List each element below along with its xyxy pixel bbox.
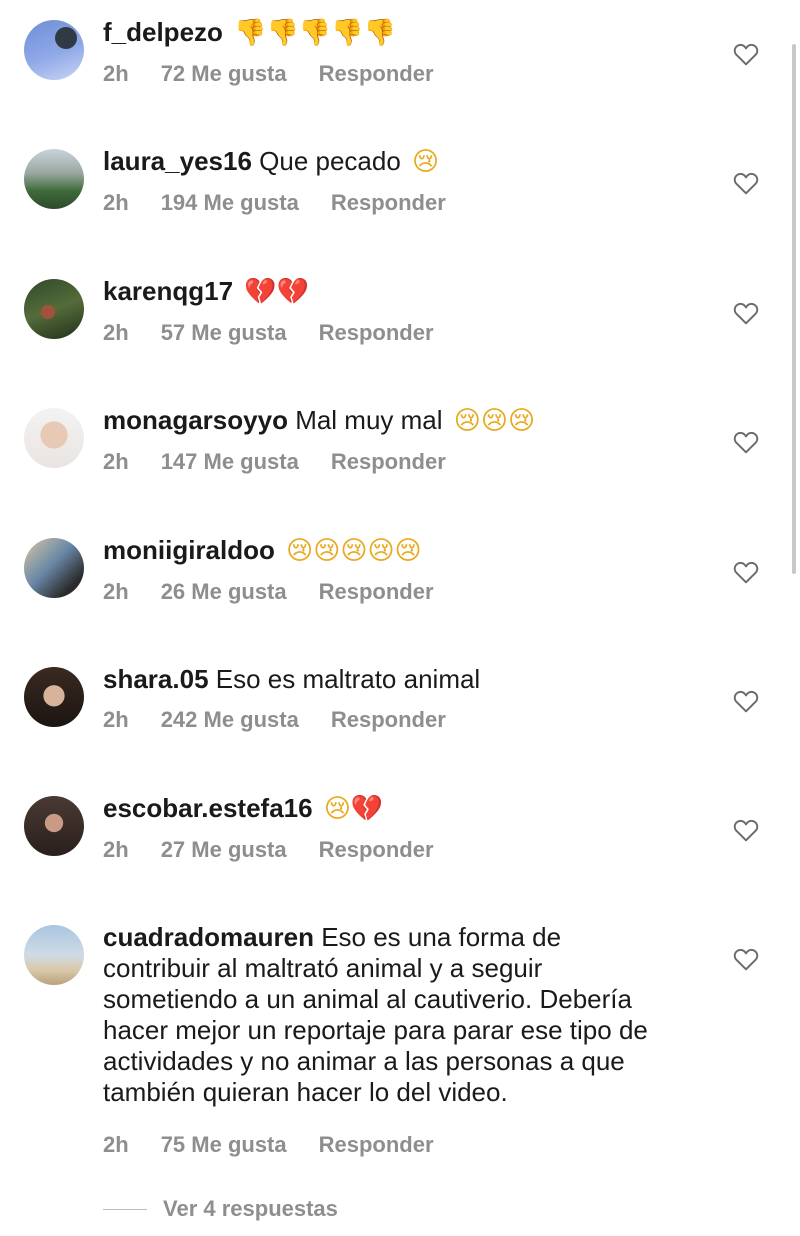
- emoji: 😢: [412, 147, 440, 177]
- username[interactable]: shara.05: [103, 664, 209, 694]
- username[interactable]: moniigiraldoo: [103, 535, 275, 565]
- heart-outline-icon[interactable]: [733, 947, 759, 971]
- emoji: 😢😢😢😢😢: [286, 536, 422, 566]
- avatar[interactable]: [24, 408, 84, 468]
- emoji: 👎👎👎👎👎: [234, 18, 397, 48]
- reply-button[interactable]: Responder: [319, 320, 434, 346]
- divider: [103, 1208, 147, 1210]
- reply-button[interactable]: Responder: [319, 61, 434, 87]
- heart-outline-icon[interactable]: [733, 818, 759, 842]
- comment-body: Mal muy mal: [295, 405, 443, 435]
- heart-outline-icon[interactable]: [733, 301, 759, 325]
- reply-button[interactable]: Responder: [319, 1132, 434, 1158]
- avatar[interactable]: [24, 925, 84, 985]
- comment-meta: 2h 27 Me gusta Responder: [103, 837, 703, 863]
- avatar[interactable]: [24, 279, 84, 339]
- heart-outline-icon[interactable]: [733, 430, 759, 454]
- timestamp: 2h: [103, 61, 129, 86]
- view-replies-label: Ver 4 respuestas: [163, 1196, 338, 1221]
- comment-content: shara.05 Eso es maltrato animal 2h 242 M…: [103, 664, 703, 733]
- heart-outline-icon[interactable]: [733, 171, 759, 195]
- reply-button[interactable]: Responder: [331, 707, 446, 733]
- comment-text: monagarsoyyo Mal muy mal 😢😢😢: [103, 405, 703, 437]
- heart-outline-icon[interactable]: [733, 689, 759, 713]
- like-count[interactable]: 26 Me gusta: [161, 579, 287, 605]
- comment-meta: 2h 57 Me gusta Responder: [103, 320, 703, 346]
- comment-text: cuadradomauren Eso es una forma de: [103, 922, 703, 953]
- comment-content: karenqg17 💔💔 2h 57 Me gusta Responder: [103, 276, 703, 346]
- comment-meta: 2h 147 Me gusta Responder: [103, 449, 703, 475]
- comment-text: karenqg17 💔💔: [103, 276, 703, 308]
- username[interactable]: cuadradomauren: [103, 922, 314, 952]
- comment-body-line: sometiendo a un animal al cautiverio. De…: [103, 984, 632, 1014]
- reply-button[interactable]: Responder: [319, 837, 434, 863]
- timestamp: 2h: [103, 449, 129, 474]
- timestamp: 2h: [103, 190, 129, 215]
- comment-body-line: Eso es una forma de: [321, 922, 562, 952]
- comments-list: f_delpezo 👎👎👎👎👎 2h 72 Me gusta Responder…: [0, 0, 800, 1236]
- username[interactable]: laura_yes16: [103, 146, 252, 176]
- username[interactable]: f_delpezo: [103, 17, 223, 47]
- comment-body-line: actividades y no animar a las personas a…: [103, 1046, 625, 1076]
- comment-content: moniigiraldoo 😢😢😢😢😢 2h 26 Me gusta Respo…: [103, 535, 703, 605]
- like-count[interactable]: 72 Me gusta: [161, 61, 287, 87]
- comment-meta: 2h 26 Me gusta Responder: [103, 579, 703, 605]
- timestamp: 2h: [103, 837, 129, 862]
- emoji: 😢💔: [323, 794, 384, 824]
- username[interactable]: monagarsoyyo: [103, 405, 288, 435]
- username[interactable]: karenqg17: [103, 276, 233, 306]
- emoji: 😢😢😢: [453, 406, 536, 436]
- like-count[interactable]: 242 Me gusta: [161, 707, 299, 733]
- like-count[interactable]: 147 Me gusta: [161, 449, 299, 475]
- avatar[interactable]: [24, 796, 84, 856]
- emoji: 💔💔: [244, 277, 310, 307]
- reply-button[interactable]: Responder: [331, 190, 446, 216]
- timestamp: 2h: [103, 579, 129, 604]
- comment-content: escobar.estefa16 😢💔 2h 27 Me gusta Respo…: [103, 793, 703, 863]
- avatar[interactable]: [24, 538, 84, 598]
- timestamp: 2h: [103, 707, 129, 732]
- comment-meta: 2h 72 Me gusta Responder: [103, 61, 703, 87]
- scrollbar[interactable]: [792, 44, 796, 574]
- avatar[interactable]: [24, 149, 84, 209]
- comment-meta: 2h 242 Me gusta Responder: [103, 707, 703, 733]
- reply-button[interactable]: Responder: [331, 449, 446, 475]
- comment-text: laura_yes16 Que pecado 😢: [103, 146, 703, 178]
- heart-outline-icon[interactable]: [733, 42, 759, 66]
- comment-text: escobar.estefa16 😢💔: [103, 793, 703, 825]
- comment-body-line: contribuir al maltrató animal y a seguir: [103, 953, 543, 983]
- comment-body: Que pecado: [259, 146, 401, 176]
- avatar[interactable]: [24, 667, 84, 727]
- comment-text: moniigiraldoo 😢😢😢😢😢: [103, 535, 703, 567]
- timestamp: 2h: [103, 320, 129, 345]
- like-count[interactable]: 27 Me gusta: [161, 837, 287, 863]
- comment-text: f_delpezo 👎👎👎👎👎: [103, 17, 703, 49]
- avatar[interactable]: [24, 20, 84, 80]
- comment-content: monagarsoyyo Mal muy mal 😢😢😢 2h 147 Me g…: [103, 405, 703, 475]
- like-count[interactable]: 75 Me gusta: [161, 1132, 287, 1158]
- comment-body-line: hacer mejor un reportaje para parar ese …: [103, 1015, 648, 1045]
- comment-content: f_delpezo 👎👎👎👎👎 2h 72 Me gusta Responder: [103, 17, 703, 87]
- heart-outline-icon[interactable]: [733, 560, 759, 584]
- comment-meta: 2h 194 Me gusta Responder: [103, 190, 703, 216]
- comment-content: cuadradomauren Eso es una forma de contr…: [103, 922, 703, 1158]
- comment-body: Eso es maltrato animal: [215, 664, 481, 694]
- reply-button[interactable]: Responder: [319, 579, 434, 605]
- like-count[interactable]: 194 Me gusta: [161, 190, 299, 216]
- like-count[interactable]: 57 Me gusta: [161, 320, 287, 346]
- comment-body-line: también quieran hacer lo del video.: [103, 1077, 508, 1107]
- view-replies-button[interactable]: Ver 4 respuestas: [103, 1196, 338, 1222]
- timestamp: 2h: [103, 1132, 129, 1157]
- comment-content: laura_yes16 Que pecado 😢 2h 194 Me gusta…: [103, 146, 703, 216]
- username[interactable]: escobar.estefa16: [103, 793, 313, 823]
- comment-text: shara.05 Eso es maltrato animal: [103, 664, 703, 695]
- comment-meta: 2h 75 Me gusta Responder: [103, 1132, 703, 1158]
